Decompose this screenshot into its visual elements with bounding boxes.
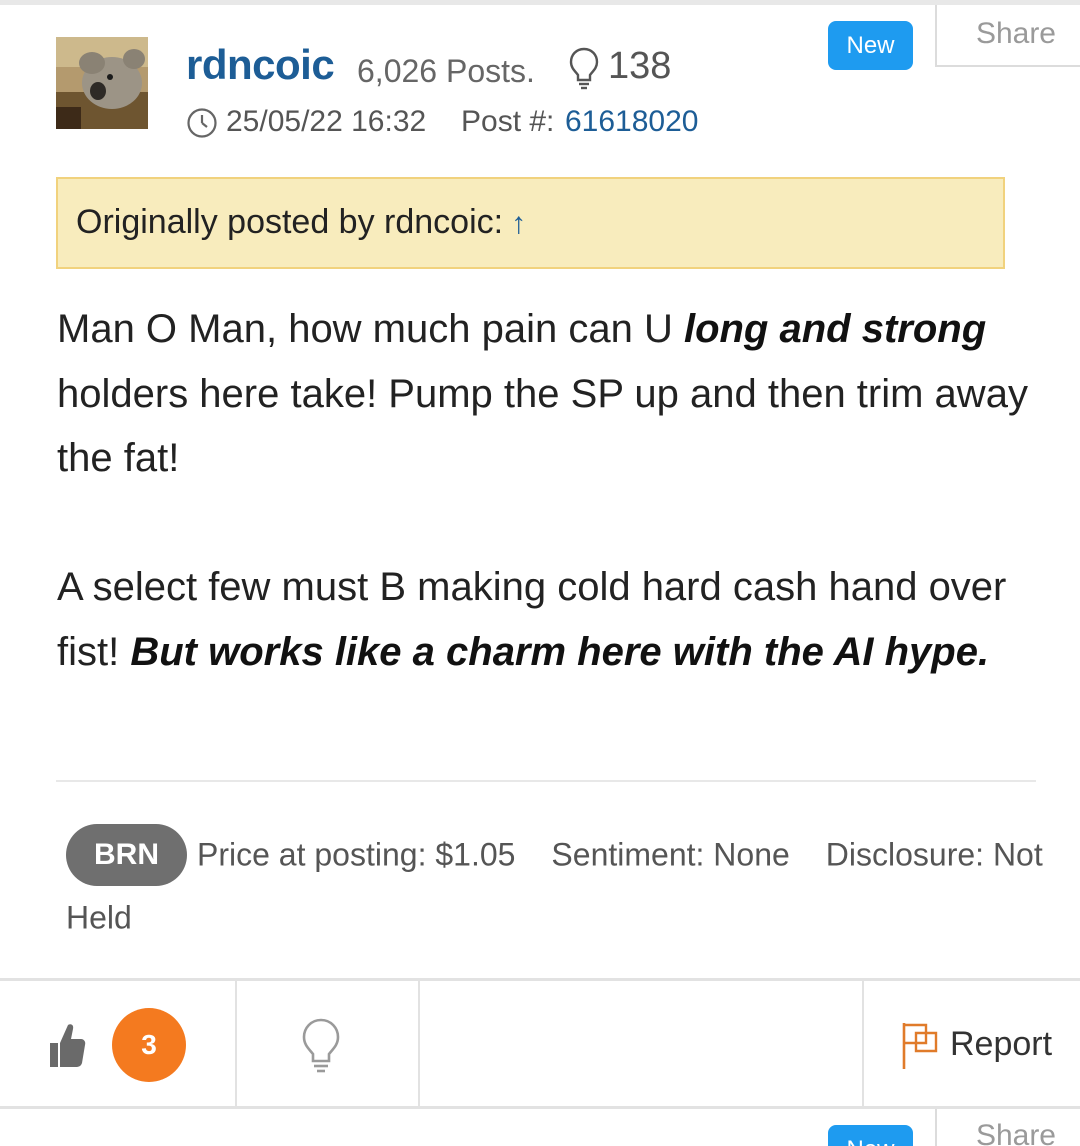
avatar[interactable] bbox=[56, 37, 148, 129]
post-divider bbox=[56, 780, 1036, 782]
author-likes-count: 138 bbox=[608, 45, 672, 87]
post-number-label: Post #: bbox=[461, 105, 555, 138]
body-text: Man O Man, how much pain can U bbox=[57, 307, 684, 351]
flag-icon[interactable] bbox=[900, 1021, 940, 1071]
lightbulb-icon bbox=[569, 47, 599, 90]
report-button[interactable]: Report bbox=[950, 1025, 1052, 1064]
ticker-badge[interactable]: BRN bbox=[66, 823, 187, 886]
share-label: Share bbox=[975, 17, 1056, 50]
post-action-bar: 3 Report bbox=[0, 978, 1080, 1109]
new-badge: New bbox=[828, 1125, 913, 1146]
post-timestamp: 25/05/22 16:32 bbox=[226, 105, 427, 138]
body-text: holders here take! Pump the SP up and th… bbox=[57, 371, 1028, 481]
thumbs-up-icon[interactable] bbox=[46, 1019, 86, 1071]
quote-arrow-icon[interactable]: ↑ bbox=[511, 207, 526, 240]
share-button[interactable]: Share bbox=[935, 1109, 1080, 1146]
post-number-link[interactable]: 61618020 bbox=[565, 105, 698, 139]
next-forum-post: New Share bbox=[0, 1109, 1080, 1146]
quote-text-wrapper: Originally posted by rdncoic: ↑ bbox=[76, 203, 526, 242]
post-paragraph-1: Man O Man, how much pain can U long and … bbox=[57, 297, 1037, 491]
lightbulb-icon[interactable] bbox=[300, 1017, 342, 1075]
price-at-posting: Price at posting: $1.05 bbox=[197, 836, 516, 873]
forum-post: Share New rdncoic 6,026 Posts. 138 25/05… bbox=[0, 5, 1080, 978]
body-emphasis: But works like a charm here with the AI … bbox=[130, 629, 990, 674]
post-meta: BRN Price at posting: $1.05 Sentiment: Non… bbox=[66, 823, 1056, 946]
body-emphasis: long and strong bbox=[683, 307, 987, 351]
post-body: Man O Man, how much pain can U long and … bbox=[57, 297, 1037, 684]
action-separator bbox=[235, 981, 237, 1106]
clock-icon bbox=[187, 108, 217, 138]
like-count-badge[interactable]: 3 bbox=[112, 1008, 186, 1082]
author-username[interactable]: rdncoic bbox=[186, 41, 335, 89]
action-separator bbox=[418, 981, 420, 1106]
quote-text: Originally posted by rdncoic: bbox=[76, 203, 504, 241]
share-button[interactable]: Share bbox=[935, 5, 1080, 67]
sentiment: Sentiment: None bbox=[551, 836, 790, 873]
share-label: Share bbox=[975, 1119, 1056, 1146]
author-posts-count: 6,026 Posts. bbox=[357, 53, 535, 89]
new-badge: New bbox=[828, 21, 913, 70]
quote-reference[interactable]: Originally posted by rdncoic: ↑ bbox=[56, 177, 1005, 269]
action-separator bbox=[862, 981, 864, 1106]
post-paragraph-2: A select few must B making cold hard cas… bbox=[57, 555, 1037, 684]
